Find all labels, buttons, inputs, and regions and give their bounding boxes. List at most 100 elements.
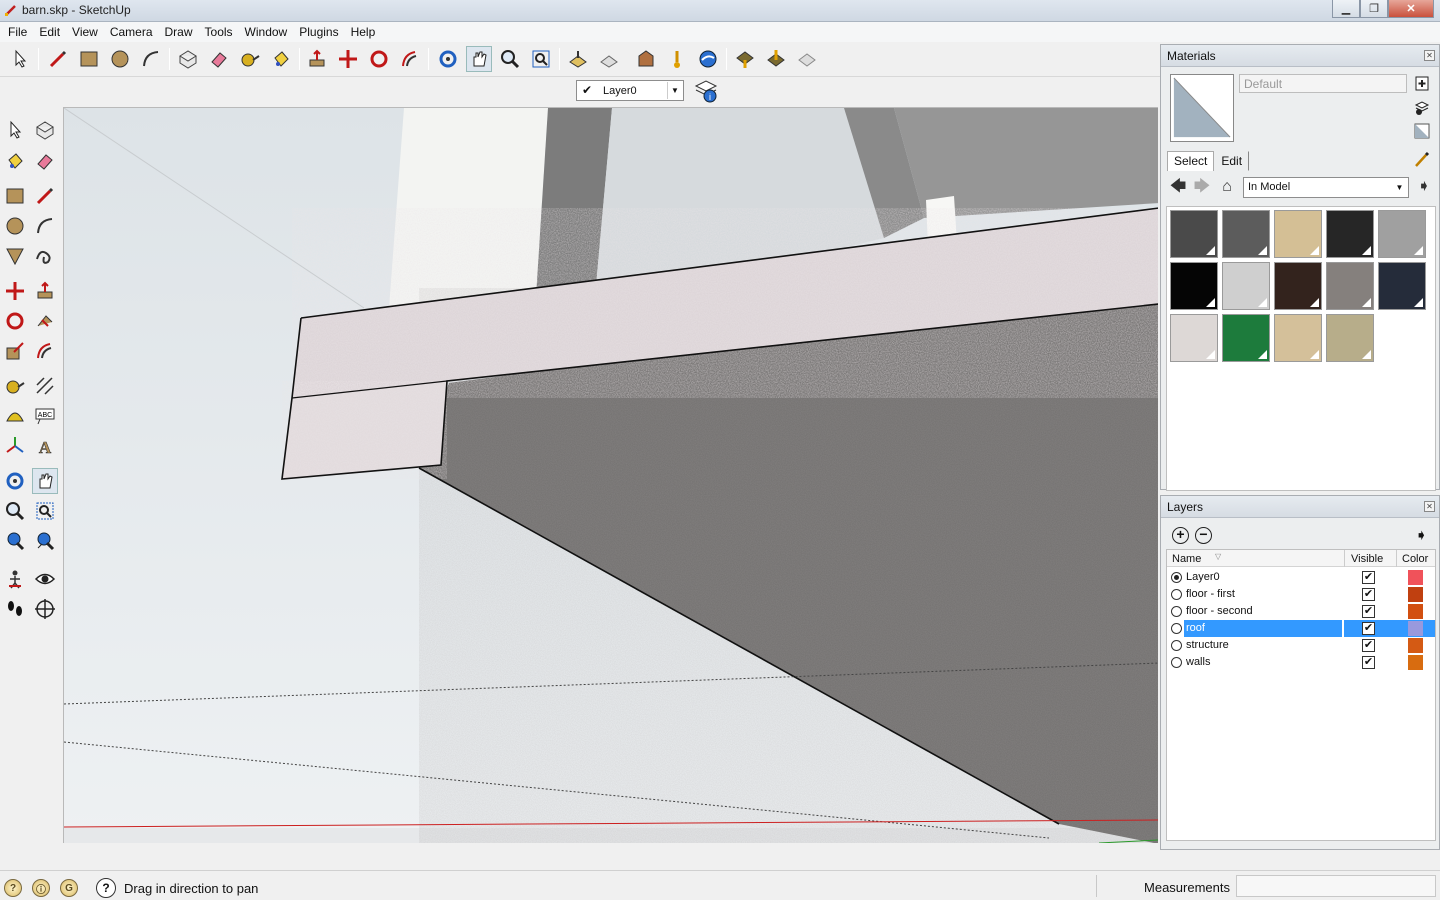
arc-tool-icon[interactable] <box>32 213 58 239</box>
material-swatch[interactable] <box>1170 262 1218 310</box>
visible-checkbox[interactable]: ✔ <box>1362 588 1375 601</box>
layer-name[interactable]: floor - second <box>1184 603 1342 620</box>
zoom-tool-icon[interactable] <box>2 498 28 524</box>
home-icon[interactable]: ⌂ <box>1218 178 1236 196</box>
layer-name[interactable]: roof <box>1184 620 1342 637</box>
details-arrow-icon[interactable]: ➧ <box>1415 178 1433 196</box>
dimension-tool-icon[interactable] <box>32 373 58 399</box>
layer-color-swatch[interactable] <box>1408 621 1423 636</box>
line-tool-icon[interactable] <box>32 183 58 209</box>
minimize-button[interactable]: ▁ <box>1332 0 1360 18</box>
building-maker-icon[interactable] <box>794 46 820 72</box>
material-swatch[interactable] <box>1222 314 1270 362</box>
zoom-extents-icon[interactable] <box>32 528 58 554</box>
model-canvas[interactable] <box>64 108 1158 843</box>
visible-checkbox[interactable]: ✔ <box>1362 639 1375 652</box>
sample-paint-icon[interactable] <box>1413 150 1431 168</box>
make-component-icon[interactable] <box>175 46 201 72</box>
tab-edit[interactable]: Edit <box>1214 151 1250 171</box>
maximize-button[interactable]: ❐ <box>1360 0 1388 18</box>
column-visible[interactable]: Visible <box>1344 550 1396 567</box>
layer-name[interactable]: structure <box>1184 637 1342 654</box>
material-swatch[interactable] <box>1326 210 1374 258</box>
freehand-tool-icon[interactable] <box>32 243 58 269</box>
material-swatch[interactable] <box>1222 262 1270 310</box>
zoom-window-icon[interactable] <box>32 498 58 524</box>
previous-zoom-icon[interactable] <box>2 528 28 554</box>
menu-plugins[interactable]: Plugins <box>293 25 344 39</box>
forward-arrow-icon[interactable]: 🡆 <box>1193 178 1211 196</box>
sign-in-icon[interactable]: G <box>60 879 78 897</box>
visible-checkbox[interactable]: ✔ <box>1362 571 1375 584</box>
material-swatch[interactable] <box>1170 210 1218 258</box>
material-swatch[interactable] <box>1274 262 1322 310</box>
close-button[interactable]: ✕ <box>1388 0 1434 18</box>
layer-name[interactable]: walls <box>1184 654 1342 671</box>
tab-select[interactable]: Select <box>1167 151 1215 171</box>
follow-me-icon[interactable] <box>32 308 58 334</box>
rectangle-tool-icon[interactable] <box>76 46 102 72</box>
zoom-extents-icon[interactable] <box>528 46 554 72</box>
active-layer-radio[interactable] <box>1171 623 1182 634</box>
tape-measure-icon[interactable] <box>2 373 28 399</box>
move-tool-icon[interactable] <box>2 278 28 304</box>
create-material-icon[interactable] <box>1413 74 1431 92</box>
rectangle-tool-icon[interactable] <box>2 183 28 209</box>
polygon-tool-icon[interactable] <box>2 243 28 269</box>
tape-measure-icon[interactable] <box>237 46 263 72</box>
details-arrow-icon[interactable]: ➧ <box>1415 526 1428 544</box>
push-pull-icon[interactable] <box>304 46 330 72</box>
material-swatch[interactable] <box>1326 262 1374 310</box>
layer-row[interactable]: Layer0 ✔ <box>1167 569 1435 586</box>
orbit-tool-icon[interactable] <box>2 468 28 494</box>
make-component-icon[interactable] <box>32 117 58 143</box>
protractor-tool-icon[interactable] <box>2 403 28 429</box>
back-arrow-icon[interactable]: 🡄 <box>1169 178 1187 196</box>
next-view-icon[interactable] <box>596 46 622 72</box>
add-layer-icon[interactable]: + <box>1172 527 1189 544</box>
collection-dropdown[interactable]: In Model ▼ <box>1243 177 1409 198</box>
menu-file[interactable]: File <box>2 25 33 39</box>
column-color[interactable]: Color <box>1396 550 1435 567</box>
visible-checkbox[interactable]: ✔ <box>1362 656 1375 669</box>
menu-view[interactable]: View <box>66 25 104 39</box>
material-swatch[interactable] <box>1222 210 1270 258</box>
layer-color-swatch[interactable] <box>1408 638 1423 653</box>
share-model-icon[interactable] <box>664 46 690 72</box>
scale-tool-icon[interactable] <box>2 338 28 364</box>
geolocation-icon[interactable]: ? <box>4 879 22 897</box>
active-layer-radio[interactable] <box>1171 657 1182 668</box>
menu-camera[interactable]: Camera <box>104 25 159 39</box>
rotate-tool-icon[interactable] <box>366 46 392 72</box>
active-layer-radio[interactable] <box>1171 572 1182 583</box>
close-icon[interactable]: ✕ <box>1424 501 1435 512</box>
layer-row[interactable]: walls ✔ <box>1167 654 1435 671</box>
circle-tool-icon[interactable] <box>107 46 133 72</box>
offset-tool-icon[interactable] <box>397 46 423 72</box>
active-layer-radio[interactable] <box>1171 606 1182 617</box>
rotate-tool-icon[interactable] <box>2 308 28 334</box>
walk-tool-icon[interactable] <box>2 596 28 622</box>
default-material-icon[interactable] <box>1413 122 1431 140</box>
position-camera-icon[interactable] <box>2 566 28 592</box>
upload-component-icon[interactable] <box>763 46 789 72</box>
layer-manager-icon[interactable]: i <box>692 78 720 104</box>
pencil-tool-icon[interactable] <box>45 46 71 72</box>
menu-draw[interactable]: Draw <box>159 25 199 39</box>
paint-bucket-icon[interactable] <box>268 46 294 72</box>
offset-tool-icon[interactable] <box>32 338 58 364</box>
eraser-tool-icon[interactable] <box>32 148 58 174</box>
eraser-tool-icon[interactable] <box>206 46 232 72</box>
visible-checkbox[interactable]: ✔ <box>1362 622 1375 635</box>
visible-checkbox[interactable]: ✔ <box>1362 605 1375 618</box>
select-tool-icon[interactable] <box>7 46 33 72</box>
credits-icon[interactable]: ⓘ <box>32 879 50 897</box>
axes-tool-icon[interactable] <box>2 433 28 459</box>
section-plane-icon[interactable] <box>32 596 58 622</box>
circle-tool-icon[interactable] <box>2 213 28 239</box>
move-tool-icon[interactable] <box>335 46 361 72</box>
material-swatch[interactable] <box>1378 210 1426 258</box>
measurements-input[interactable] <box>1236 875 1436 897</box>
active-layer-radio[interactable] <box>1171 589 1182 600</box>
drawing-area[interactable] <box>63 107 1158 843</box>
